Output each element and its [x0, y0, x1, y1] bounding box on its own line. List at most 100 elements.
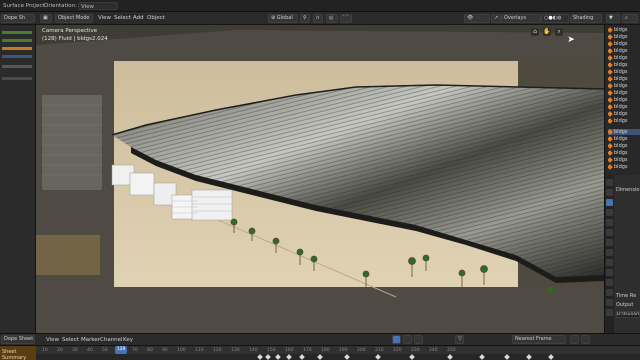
outliner-item[interactable]: bldgs	[608, 111, 640, 117]
channel-blue[interactable]	[2, 55, 32, 58]
output-path-field[interactable]: D:\tsunami2	[616, 311, 640, 318]
keyframe[interactable]	[344, 354, 350, 360]
menu-add[interactable]: Add	[133, 15, 144, 21]
keyframe[interactable]	[479, 354, 485, 360]
time-remapping-label[interactable]: Time Re	[616, 293, 636, 299]
outliner-item[interactable]: bldgs	[608, 164, 640, 170]
dopesheet-editor-dropdown[interactable]: Dope Sheet	[1, 335, 35, 344]
snap-mode-dropdown[interactable]: Nearest Frame	[512, 335, 566, 344]
filter-icon[interactable]: ▽	[455, 335, 464, 344]
overlays-dropdown[interactable]: Overlays	[501, 14, 541, 23]
outliner-item[interactable]: bldgs	[608, 34, 640, 40]
keyframe[interactable]	[265, 354, 271, 360]
menu-view[interactable]: View	[98, 15, 111, 21]
dimensions-section-label[interactable]: Dimensio	[616, 187, 639, 193]
outliner-item[interactable]: bldgs	[608, 83, 640, 89]
outliner-item[interactable]: bldgs	[608, 62, 640, 68]
outliner-item[interactable]: bldgs	[608, 157, 640, 163]
outliner-item[interactable]: bldgs	[608, 104, 640, 110]
modifier-tab-icon[interactable]	[606, 249, 613, 256]
material-tab-icon[interactable]	[606, 299, 613, 306]
visibility-dropdown[interactable]: 👁	[464, 14, 490, 23]
physics-tab-icon[interactable]	[606, 269, 613, 276]
outliner-item[interactable]: bldgs	[608, 97, 640, 103]
sheet-summary-channel[interactable]: Sheet Summary	[0, 346, 36, 360]
editor-type-icon[interactable]: ▣	[40, 14, 52, 23]
orientation-dropdown[interactable]: View	[78, 2, 118, 10]
dopesheet-menu-view[interactable]: View	[46, 337, 59, 343]
outliner-item[interactable]: bldgs	[608, 136, 640, 142]
keyframe[interactable]	[504, 354, 510, 360]
show-hidden-icon[interactable]	[414, 335, 423, 344]
only-selected-icon[interactable]	[403, 335, 412, 344]
keyframe[interactable]	[375, 354, 381, 360]
tool-tab-icon[interactable]	[606, 179, 613, 186]
channel-orange[interactable]	[2, 47, 32, 50]
view-layer-tab-icon[interactable]	[606, 209, 613, 216]
keyframe[interactable]	[299, 354, 305, 360]
pivot-icon[interactable]: ⚲	[300, 14, 310, 23]
menu-object[interactable]: Object	[147, 15, 165, 21]
keyframe[interactable]	[409, 354, 415, 360]
dopesheet-menu-select[interactable]: Select	[62, 337, 79, 343]
render-tab-icon[interactable]	[606, 189, 613, 196]
keyframe[interactable]	[286, 354, 292, 360]
dopesheet-menu-key[interactable]: Key	[123, 337, 133, 343]
world-tab-icon[interactable]	[606, 229, 613, 236]
outliner-item[interactable]: bldgs	[608, 55, 640, 61]
particles-tab-icon[interactable]	[606, 259, 613, 266]
keyframe-interpolation-icon[interactable]	[570, 335, 579, 344]
outliner-item[interactable]: bldgs	[608, 150, 640, 156]
outliner-item[interactable]: bldgs	[608, 118, 640, 124]
outliner-search-icon[interactable]: ⌕	[622, 14, 638, 23]
outliner-item[interactable]: bldgs	[608, 76, 640, 82]
outliner-item[interactable]: bldgs	[608, 143, 640, 149]
snap-icon[interactable]: ∩	[313, 14, 323, 23]
channel-green[interactable]	[2, 31, 32, 34]
channel-green[interactable]	[2, 39, 32, 42]
hand-pan-icon[interactable]: ✋	[543, 28, 551, 36]
dopesheet-menu-marker[interactable]: Marker	[81, 337, 100, 343]
channel-row[interactable]	[2, 65, 32, 68]
output-tab-icon[interactable]	[606, 199, 613, 206]
data-tab-icon[interactable]	[606, 289, 613, 296]
outliner-item[interactable]: bldgs	[608, 69, 640, 75]
workspace-label[interactable]: Surface Project	[3, 3, 45, 9]
keyframe[interactable]	[317, 354, 323, 360]
outliner-filter-icon[interactable]: ▼	[606, 14, 620, 23]
dopesheet-timeline[interactable]: Sheet Summary 128 10 20 30 40 50 70 80 9…	[0, 345, 640, 360]
keyframe[interactable]	[257, 354, 263, 360]
outliner-item[interactable]: bldgs	[608, 27, 640, 33]
outliner-item[interactable]: bldgs	[608, 90, 640, 96]
constraints-tab-icon[interactable]	[606, 279, 613, 286]
zoom-icon[interactable]: ⌕	[555, 28, 563, 36]
falloff-icon[interactable]: ⌒	[340, 14, 352, 23]
transform-orientation-dropdown[interactable]: ⊕ Global	[268, 14, 298, 23]
scene-tab-icon[interactable]	[606, 219, 613, 226]
shading-dropdown[interactable]: Shading	[570, 14, 602, 23]
summary-toggle-icon[interactable]	[392, 335, 401, 344]
texture-tab-icon[interactable]	[606, 309, 613, 316]
current-frame-indicator[interactable]: 128	[115, 346, 127, 354]
proportional-edit-icon[interactable]: ◎	[326, 14, 338, 23]
3d-viewport[interactable]: Camera Perspective (128) Fluid | bldgs2.…	[36, 25, 604, 333]
outliner-item[interactable]: bldgs	[608, 48, 640, 54]
dopesheet-menu-channel[interactable]: Channel	[100, 337, 123, 343]
keyframe[interactable]	[275, 354, 281, 360]
rendered-shading-icon[interactable]: ◍	[557, 15, 561, 21]
keyframe[interactable]	[526, 354, 532, 360]
keyframe[interactable]	[447, 354, 453, 360]
menu-select[interactable]: Select	[114, 15, 131, 21]
proportional-falloff-icon[interactable]	[581, 335, 590, 344]
outliner-item[interactable]: bldgs	[608, 41, 640, 47]
shading-modes[interactable]: ○●◐◍	[541, 14, 569, 23]
object-tab-icon[interactable]	[606, 239, 613, 246]
dopesheet-tab[interactable]: Dope Sh	[1, 14, 35, 23]
output-section-label[interactable]: Output	[616, 302, 633, 308]
camera-view-icon[interactable]: ⌂	[531, 28, 539, 36]
channel-row[interactable]	[2, 77, 32, 80]
gizmo-icon[interactable]: ↗	[491, 14, 501, 23]
outliner-item-selected[interactable]: bldgs	[608, 129, 640, 135]
keyframe[interactable]	[548, 354, 554, 360]
mode-dropdown[interactable]: Object Mode	[55, 14, 93, 23]
